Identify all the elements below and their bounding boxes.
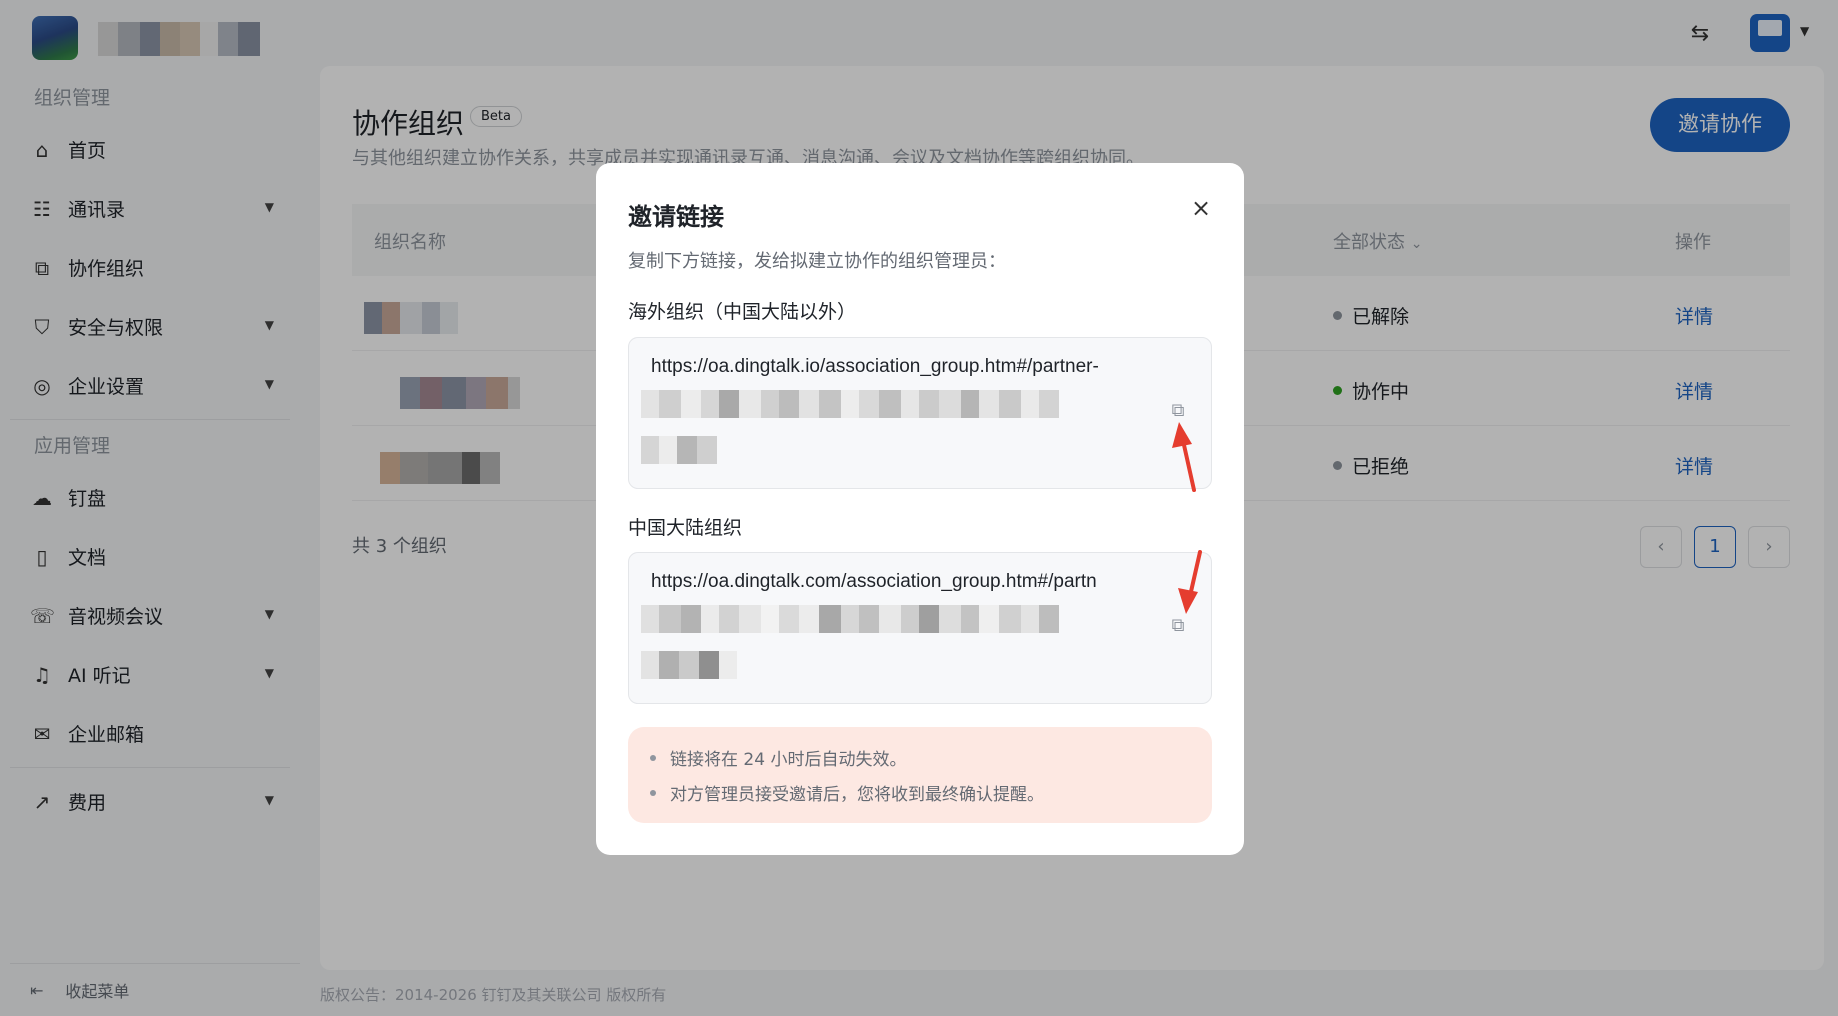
redacted-link-segment	[641, 436, 717, 464]
notice-box: 链接将在 24 小时后自动失效。 对方管理员接受邀请后，您将收到最终确认提醒。	[628, 727, 1212, 823]
mainland-org-label: 中国大陆组织	[628, 517, 743, 539]
bullet-icon	[650, 754, 656, 761]
annotation-arrow-up-icon	[1172, 422, 1196, 492]
close-icon[interactable]: ×	[1188, 195, 1214, 221]
annotation-arrow-down-icon	[1178, 550, 1202, 614]
bullet-icon	[650, 789, 656, 796]
notice-text: 链接将在 24 小时后自动失效。	[670, 750, 907, 770]
overseas-link-text: https://oa.dingtalk.io/association_group…	[651, 356, 1099, 377]
overseas-link-box[interactable]: https://oa.dingtalk.io/association_group…	[628, 337, 1212, 489]
dialog-title: 邀请链接	[628, 203, 724, 231]
notice-item: 链接将在 24 小时后自动失效。	[650, 745, 906, 770]
redacted-link-segment	[641, 651, 737, 679]
mainland-link-box[interactable]: https://oa.dingtalk.com/association_grou…	[628, 552, 1212, 704]
redacted-link-segment	[641, 390, 1059, 418]
notice-text: 对方管理员接受邀请后，您将收到最终确认提醒。	[670, 785, 1044, 805]
dialog-description: 复制下方链接，发给拟建立协作的组织管理员：	[628, 251, 1006, 272]
redacted-link-segment	[641, 605, 1059, 633]
overseas-org-label: 海外组织（中国大陆以外）	[628, 301, 857, 323]
notice-item: 对方管理员接受邀请后，您将收到最终确认提醒。	[650, 780, 1044, 805]
invite-link-dialog: 邀请链接 × 复制下方链接，发给拟建立协作的组织管理员： 海外组织（中国大陆以外…	[596, 163, 1244, 855]
mainland-link-text: https://oa.dingtalk.com/association_grou…	[651, 571, 1097, 592]
